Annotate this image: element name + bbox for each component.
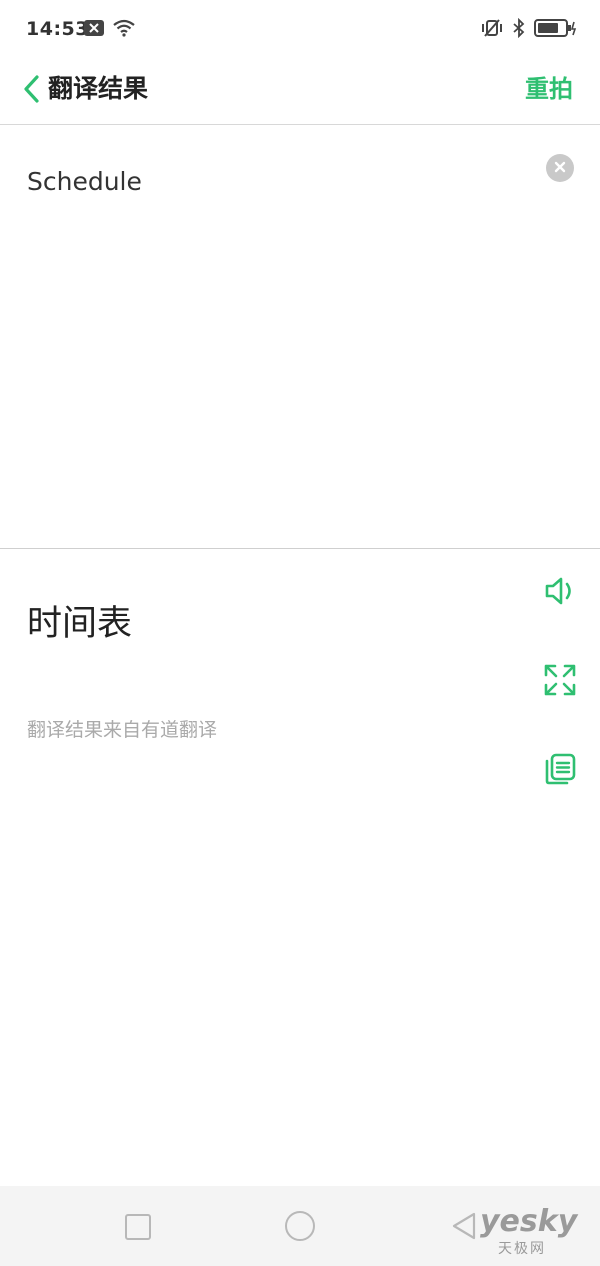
wifi-icon (112, 19, 136, 41)
notification-x-icon (84, 20, 104, 40)
home-button[interactable] (285, 1211, 315, 1241)
status-bar: 14:53 (0, 0, 600, 60)
yesky-watermark: yesky 天极网 (470, 1204, 590, 1257)
translation-result-screen: 14:53 翻译结果 重拍 Schedule 时间表 翻译结果来自有道翻译 ye… (0, 0, 600, 1266)
watermark-logo-text: yesky (480, 1204, 578, 1239)
close-icon (553, 159, 567, 178)
translation-text: 时间表 (27, 604, 133, 644)
recent-apps-button[interactable] (125, 1214, 151, 1240)
back-button[interactable] (18, 70, 44, 112)
status-time: 14:53 (26, 18, 89, 40)
status-left-icons (84, 19, 136, 41)
app-header: 翻译结果 重拍 (0, 60, 600, 125)
bluetooth-icon (512, 17, 526, 42)
result-panel: 时间表 翻译结果来自有道翻译 (0, 549, 600, 1185)
retake-button[interactable]: 重拍 (525, 69, 573, 104)
battery-icon (534, 18, 578, 42)
copy-button[interactable] (540, 751, 580, 791)
source-text-panel: Schedule (0, 125, 600, 547)
source-text[interactable]: Schedule (27, 167, 142, 196)
copy-icon (542, 751, 578, 791)
translation-attribution: 翻译结果来自有道翻译 (27, 719, 218, 741)
chevron-left-icon (22, 74, 40, 108)
page-title: 翻译结果 (48, 74, 149, 103)
vibrate-icon (480, 18, 504, 42)
fullscreen-icon (542, 662, 578, 702)
speaker-icon (542, 573, 578, 613)
watermark-sub-text: 天极网 (498, 1241, 546, 1257)
fullscreen-button[interactable] (540, 662, 580, 702)
status-right-icons (480, 17, 578, 42)
speak-button[interactable] (540, 573, 580, 613)
clear-button[interactable] (546, 154, 574, 182)
